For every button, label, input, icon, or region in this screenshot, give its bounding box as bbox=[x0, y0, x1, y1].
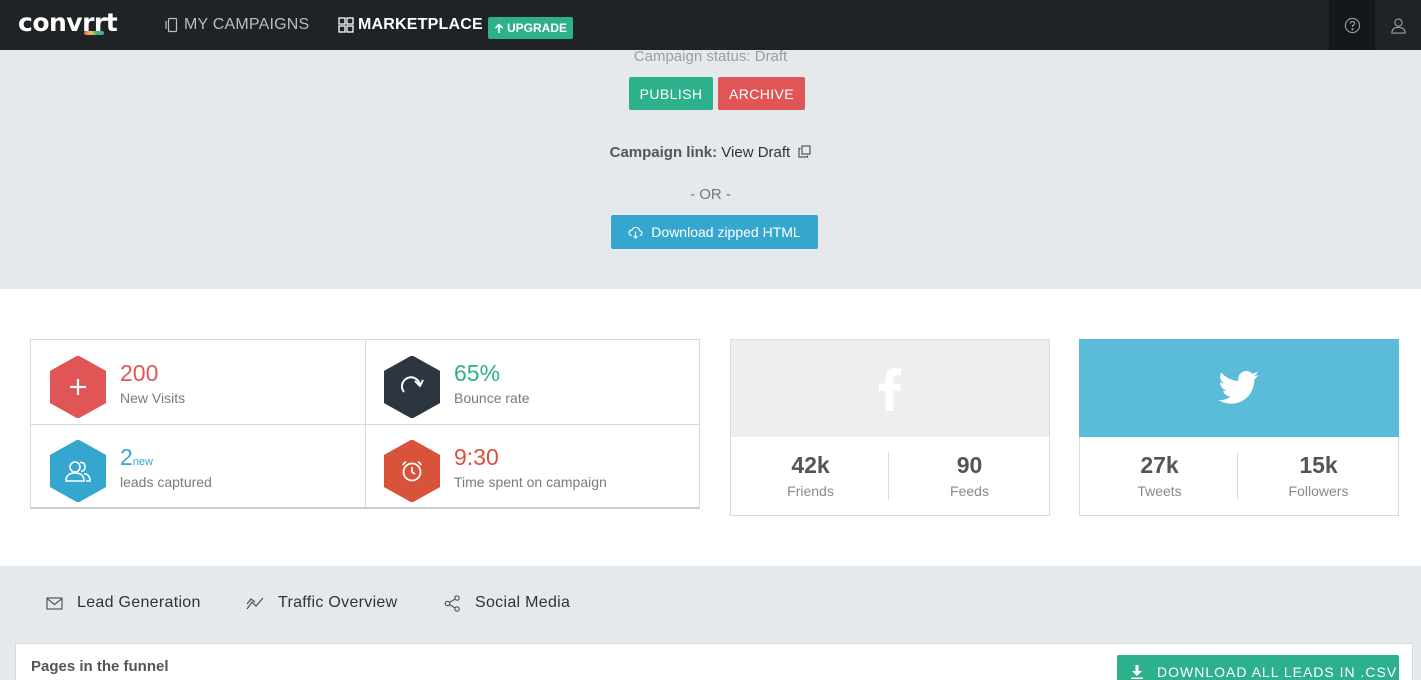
stat-bounce-rate-value: 65% bbox=[454, 360, 501, 386]
facebook-feeds-label: Feeds bbox=[950, 483, 989, 499]
twitter-icon bbox=[1218, 371, 1259, 404]
facebook-divider bbox=[888, 452, 889, 500]
facebook-icon bbox=[879, 367, 901, 411]
stat-time-spent: 9:30 Time spent on campaign bbox=[365, 424, 699, 508]
arrow-up-icon bbox=[494, 22, 504, 33]
analytics-tabs-section: Lead Generation Traffic Overview Social … bbox=[0, 566, 1421, 680]
convrrt-logo[interactable]: convrrt bbox=[18, 8, 118, 37]
stat-bounce-rate: 65% Bounce rate bbox=[365, 340, 699, 424]
plus-icon bbox=[50, 356, 106, 418]
download-icon bbox=[1131, 665, 1143, 679]
tab-traffic-overview-label: Traffic Overview bbox=[278, 594, 398, 611]
stat-new-visits-label: New Visits bbox=[120, 390, 186, 406]
stat-leads-suffix: new bbox=[132, 456, 153, 468]
stat-time-spent-label: Time spent on campaign bbox=[454, 474, 607, 490]
facebook-friends-value: 42k bbox=[791, 452, 830, 478]
twitter-followers-value: 15k bbox=[1299, 452, 1338, 478]
tab-social-media-label: Social Media bbox=[475, 594, 571, 611]
download-leads-csv-button[interactable]: DOWNLOAD ALL LEADS IN .CSV bbox=[1117, 655, 1399, 680]
campaign-status-text: Campaign status: Draft bbox=[633, 48, 788, 65]
stat-bounce-rate-label: Bounce rate bbox=[454, 390, 530, 406]
stat-leads-value: 2new bbox=[120, 444, 153, 471]
facebook-feeds: 90 Feeds bbox=[890, 452, 1049, 499]
facebook-friends-label: Friends bbox=[787, 483, 834, 499]
refresh-icon bbox=[384, 356, 440, 418]
tab-social-media[interactable]: Social Media bbox=[444, 593, 570, 613]
phone-icon bbox=[165, 17, 178, 33]
view-draft-link[interactable]: View Draft bbox=[721, 144, 790, 161]
stat-time-spent-value: 9:30 bbox=[454, 444, 499, 470]
nav-my-campaigns-label: MY CAMPAIGNS bbox=[184, 16, 310, 33]
campaign-link-row: Campaign link: View Draft bbox=[0, 144, 1421, 161]
campaign-link-label: Campaign link: bbox=[609, 144, 718, 161]
nav-my-campaigns[interactable]: MY CAMPAIGNS bbox=[164, 0, 309, 50]
top-navbar: convrrt MY CAMPAIGNS MARKETPLACE UPGRADE bbox=[0, 0, 1421, 50]
twitter-card-header bbox=[1079, 339, 1399, 437]
facebook-card-header bbox=[731, 340, 1049, 437]
download-zipped-html-label: Download zipped HTML bbox=[651, 224, 801, 240]
twitter-tweets-label: Tweets bbox=[1137, 483, 1182, 499]
funnel-title: Pages in the funnel bbox=[31, 658, 169, 675]
trend-chart-icon bbox=[246, 597, 264, 610]
or-separator: - OR - bbox=[690, 186, 731, 203]
upgrade-label: UPGRADE bbox=[507, 21, 568, 35]
download-zipped-html-button[interactable]: Download zipped HTML bbox=[611, 215, 818, 249]
nav-marketplace-label: MARKETPLACE bbox=[358, 16, 483, 33]
envelope-icon bbox=[46, 596, 63, 610]
cloud-download-icon bbox=[628, 226, 643, 239]
twitter-divider bbox=[1237, 452, 1238, 500]
publish-button[interactable]: PUBLISH bbox=[629, 77, 713, 110]
nav-marketplace[interactable]: MARKETPLACE bbox=[338, 0, 483, 50]
stat-new-visits: 200 New Visits bbox=[31, 340, 365, 424]
twitter-tweets: 27k Tweets bbox=[1080, 452, 1239, 499]
twitter-followers: 15k Followers bbox=[1239, 452, 1398, 499]
share-icon bbox=[444, 594, 460, 612]
tab-traffic-overview[interactable]: Traffic Overview bbox=[246, 593, 398, 613]
stat-leads-captured: 2new leads captured bbox=[31, 424, 365, 508]
help-button[interactable] bbox=[1329, 0, 1375, 50]
funnel-pages-panel: Pages in the funnel DOWNLOAD ALL LEADS I… bbox=[15, 643, 1413, 680]
stat-leads-count: 2 bbox=[120, 444, 133, 470]
users-icon bbox=[50, 440, 106, 502]
grid-icon bbox=[338, 17, 354, 33]
twitter-followers-label: Followers bbox=[1288, 483, 1349, 499]
campaign-status-panel: Campaign status: Draft PUBLISH ARCHIVE C… bbox=[0, 48, 1421, 289]
campaign-stats-grid: 200 New Visits 65% Bounce rate 2new lead… bbox=[30, 339, 700, 509]
external-link-icon[interactable] bbox=[798, 145, 811, 158]
archive-button[interactable]: ARCHIVE bbox=[718, 77, 805, 110]
user-profile-button[interactable] bbox=[1375, 0, 1421, 50]
facebook-friends: 42k Friends bbox=[731, 452, 890, 499]
alarm-clock-icon bbox=[384, 440, 440, 502]
download-leads-csv-label: DOWNLOAD ALL LEADS IN .CSV bbox=[1157, 664, 1398, 680]
twitter-tweets-value: 27k bbox=[1140, 452, 1179, 478]
facebook-feeds-value: 90 bbox=[956, 452, 983, 478]
tab-lead-generation-label: Lead Generation bbox=[77, 594, 201, 611]
tab-lead-generation[interactable]: Lead Generation bbox=[46, 593, 201, 613]
twitter-stats-card: 27k Tweets 15k Followers bbox=[1079, 339, 1399, 516]
user-icon bbox=[1390, 18, 1406, 34]
stat-new-visits-value: 200 bbox=[120, 360, 159, 386]
upgrade-button[interactable]: UPGRADE bbox=[488, 17, 574, 39]
stat-leads-label: leads captured bbox=[120, 474, 212, 490]
question-circle-icon bbox=[1344, 17, 1360, 33]
facebook-stats-card: 42k Friends 90 Feeds bbox=[730, 339, 1050, 516]
